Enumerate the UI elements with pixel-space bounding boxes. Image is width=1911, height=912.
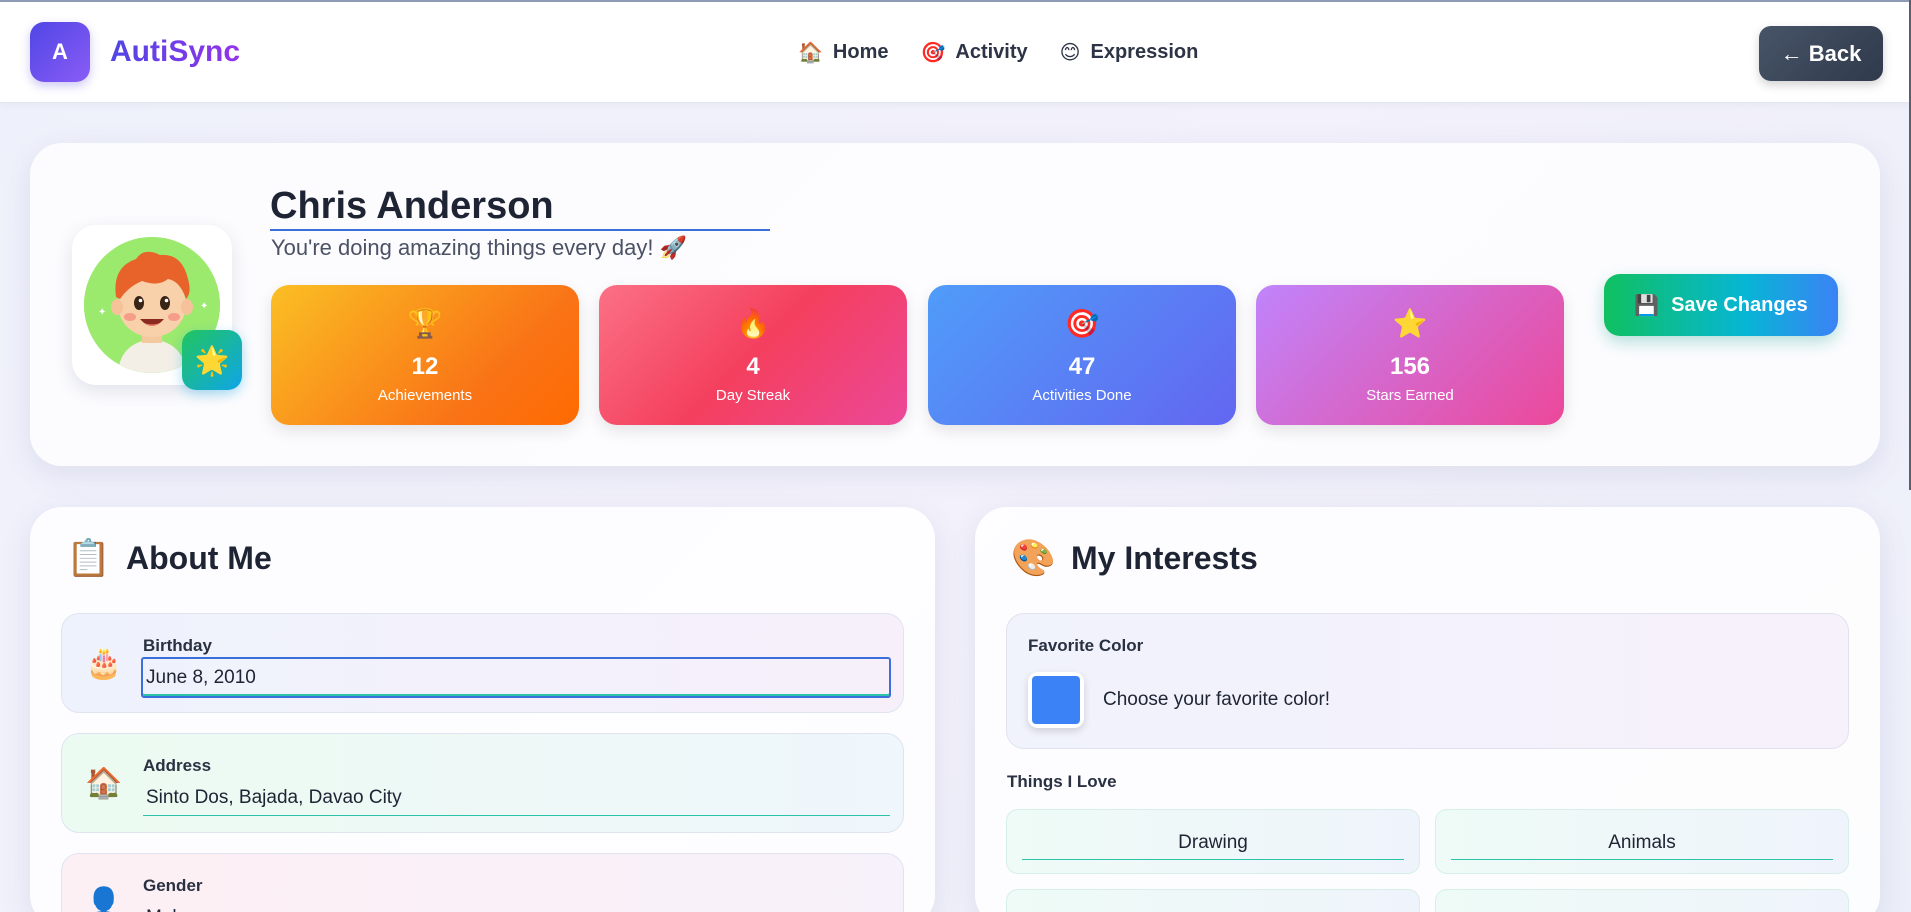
stat-label: Activities Done xyxy=(1032,387,1132,404)
star-badge-icon: 🌟 xyxy=(182,330,242,390)
person-icon: 👤 xyxy=(85,887,123,912)
stat-achievements: 🏆 12 Achievements xyxy=(271,285,579,425)
my-interests-header: 🎨 My Interests xyxy=(1011,537,1258,579)
svg-text:✦: ✦ xyxy=(200,301,208,312)
gender-field: 👤 Gender xyxy=(61,853,904,912)
about-me-card: 📋 About Me 🎂 Birthday 🏠 Address 👤 Gender xyxy=(30,507,935,912)
stat-label: Stars Earned xyxy=(1366,387,1454,404)
favorite-color-hint: Choose your favorite color! xyxy=(1103,689,1331,710)
love-item-input[interactable] xyxy=(1022,826,1404,860)
gender-input[interactable] xyxy=(143,900,890,912)
stat-value: 47 xyxy=(1068,353,1096,380)
fire-icon: 🔥 xyxy=(735,308,771,339)
target-icon: 🎯 xyxy=(920,42,946,64)
trophy-icon: 🏆 xyxy=(407,308,443,339)
name-input[interactable] xyxy=(270,183,770,231)
address-label: Address xyxy=(143,756,212,775)
nav-activity[interactable]: 🎯 Activity xyxy=(920,40,1027,65)
nav-home-label: Home xyxy=(832,41,889,63)
palette-icon: 🎨 xyxy=(1011,537,1056,578)
favorite-color-field: Favorite Color Choose your favorite colo… xyxy=(1006,613,1849,749)
clipboard-icon: 📋 xyxy=(66,537,111,578)
love-item-input[interactable] xyxy=(1451,826,1833,860)
floppy-disk-icon: 💾 xyxy=(1634,294,1660,317)
profile-card: ✦ ✦ 🌟 You're doing amazing things every … xyxy=(30,143,1880,466)
house-icon: 🏠 xyxy=(85,767,123,800)
birthday-label: Birthday xyxy=(143,636,212,655)
love-item xyxy=(1006,889,1420,912)
stat-value: 4 xyxy=(746,353,760,380)
birthday-field: 🎂 Birthday xyxy=(61,613,904,713)
love-item-input[interactable] xyxy=(1451,906,1833,912)
my-interests-card: 🎨 My Interests Favorite Color Choose you… xyxy=(975,507,1880,912)
things-i-love-label: Things I Love xyxy=(1007,772,1117,791)
nav-expression[interactable]: 😊 Expression xyxy=(1060,40,1199,65)
profile-subtitle: You're doing amazing things every day! 🚀 xyxy=(271,235,688,260)
home-icon: 🏠 xyxy=(798,42,823,64)
save-changes-button[interactable]: 💾 Save Changes xyxy=(1604,274,1838,336)
star-icon: ⭐ xyxy=(1392,308,1428,339)
smile-icon: 😊 xyxy=(1059,42,1081,64)
cake-icon: 🎂 xyxy=(85,647,123,680)
stat-day-streak: 🔥 4 Day Streak xyxy=(599,285,907,425)
address-input[interactable] xyxy=(143,780,890,816)
about-me-title: About Me xyxy=(126,539,272,576)
app-logo[interactable]: A xyxy=(30,22,90,82)
love-item xyxy=(1435,889,1849,912)
birthday-input[interactable] xyxy=(141,657,891,698)
stat-stars-earned: ⭐ 156 Stars Earned xyxy=(1256,285,1564,425)
nav-expression-label: Expression xyxy=(1090,41,1199,63)
save-changes-label: Save Changes xyxy=(1671,293,1808,316)
stat-value: 156 xyxy=(1389,353,1431,380)
gender-label: Gender xyxy=(143,876,203,895)
app-name[interactable]: AutiSync xyxy=(110,35,240,69)
love-item xyxy=(1435,809,1849,874)
love-item-input[interactable] xyxy=(1022,906,1404,912)
svg-text:✦: ✦ xyxy=(98,307,106,318)
nav-activity-label: Activity xyxy=(955,41,1028,63)
back-button[interactable]: ← Back xyxy=(1759,26,1883,81)
favorite-color-label: Favorite Color xyxy=(1028,636,1144,655)
about-me-header: 📋 About Me xyxy=(66,537,272,579)
stat-value: 12 xyxy=(411,353,439,380)
stat-label: Achievements xyxy=(377,387,473,404)
color-picker[interactable] xyxy=(1028,672,1084,728)
address-field: 🏠 Address xyxy=(61,733,904,833)
my-interests-title: My Interests xyxy=(1071,539,1258,576)
love-item xyxy=(1006,809,1420,874)
color-swatch xyxy=(1032,676,1080,724)
main-nav: 🏠 Home 🎯 Activity 😊 Expression xyxy=(798,40,1198,65)
stat-activities-done: 🎯 47 Activities Done xyxy=(928,285,1236,425)
top-navbar: A AutiSync 🏠 Home 🎯 Activity 😊 Expressio… xyxy=(0,0,1911,103)
nav-home[interactable]: 🏠 Home xyxy=(798,40,888,65)
stat-label: Day Streak xyxy=(715,387,791,404)
target-icon: 🎯 xyxy=(1064,308,1100,339)
